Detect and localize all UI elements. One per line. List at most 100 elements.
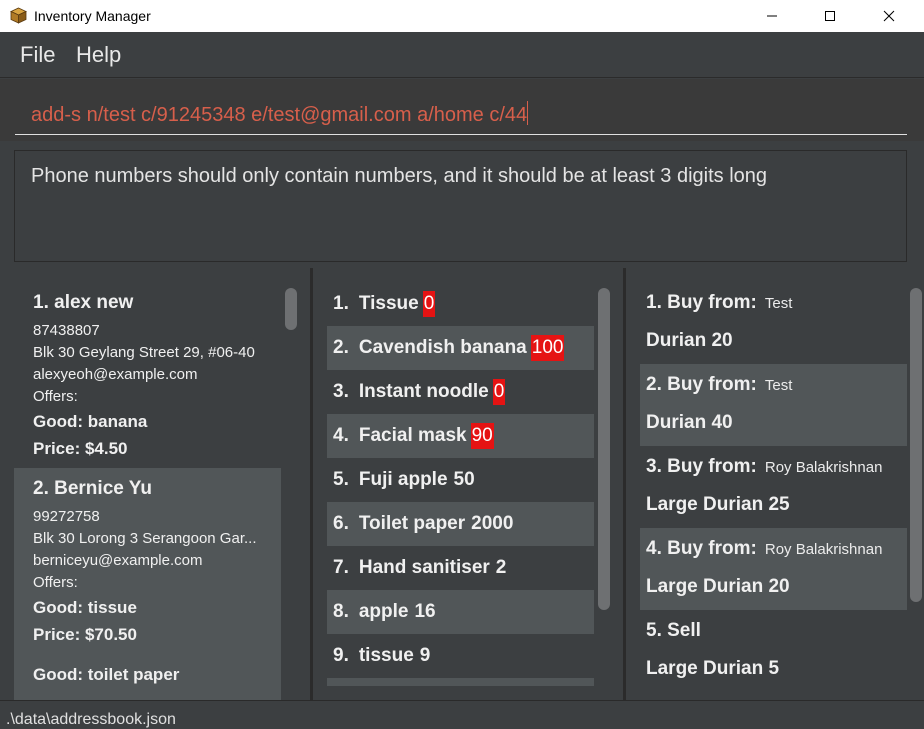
supplier-email: berniceyu@example.com — [33, 552, 203, 569]
transaction-good: Large Durian 25 — [646, 494, 790, 515]
goods-row[interactable]: 8. apple 16 — [327, 590, 594, 634]
goods-panel: 1. Tissue 0 2. Cavendish banana 100 3. Instant … — [313, 268, 623, 700]
menu-file[interactable]: File — [20, 42, 55, 68]
command-text: add-s n/test c/91245348 e/test@gmail.com… — [31, 104, 528, 126]
goods-quantity: 9 — [419, 645, 431, 666]
box-icon — [10, 7, 27, 24]
goods-quantity-alert: 100 — [530, 335, 565, 361]
supplier-name: 1. alex new — [33, 292, 134, 313]
status-bar: .\data\addressbook.json — [0, 700, 924, 729]
transaction-list[interactable]: 1. Buy from: Test Durian 20 2. Buy from: Tes… — [640, 282, 907, 700]
title-bar: Inventory Manager — [0, 0, 924, 32]
transaction-header: 5. Sell — [646, 620, 701, 642]
goods-index: 1. — [333, 293, 349, 314]
close-icon — [883, 10, 895, 22]
result-display: Phone numbers should only contain number… — [14, 150, 907, 262]
goods-quantity-alert: 0 — [492, 379, 506, 405]
transaction-card[interactable]: 3. Buy from: Roy Balakrishnan Large Durian… — [640, 446, 907, 528]
minimize-button[interactable] — [749, 0, 795, 32]
supplier-panel: 1. alex new 87438807 Blk 30 Geylang Stre… — [0, 268, 310, 700]
supplier-offers-label: Offers: — [33, 388, 78, 405]
close-button[interactable] — [866, 0, 912, 32]
supplier-offer-good: Good: banana — [33, 412, 148, 431]
menu-help[interactable]: Help — [76, 42, 121, 68]
supplier-address: Blk 30 Lorong 3 Serangoon Gar... — [33, 530, 257, 547]
goods-index: 9. — [333, 645, 349, 666]
supplier-scrollbar[interactable] — [285, 288, 297, 688]
goods-index: 6. — [333, 513, 349, 534]
supplier-offer-price: Price: $4.50 — [33, 439, 128, 458]
supplier-offers-label: Offers: — [33, 574, 78, 591]
goods-row[interactable]: 6. Toilet paper 2000 — [327, 502, 594, 546]
supplier-phone: 99272758 — [33, 508, 100, 525]
supplier-offer-good: Good: tissue — [33, 598, 137, 617]
goods-index: 2. — [333, 337, 349, 358]
goods-list[interactable]: 1. Tissue 0 2. Cavendish banana 100 3. Instant … — [327, 282, 594, 686]
supplier-card[interactable]: 1. alex new 87438807 Blk 30 Geylang Stre… — [14, 282, 281, 468]
transaction-supplier: Roy Balakrishnan — [764, 541, 883, 558]
goods-name: apple — [358, 601, 409, 622]
goods-row[interactable]: 5. Fuji apple 50 — [327, 458, 594, 502]
scrollbar-thumb[interactable] — [285, 288, 297, 330]
goods-row[interactable]: 7. Hand sanitiser 2 — [327, 546, 594, 590]
goods-row[interactable] — [327, 678, 594, 686]
goods-index: 3. — [333, 381, 349, 402]
scrollbar-thumb[interactable] — [598, 288, 610, 610]
supplier-phone: 87438807 — [33, 322, 100, 339]
supplier-list[interactable]: 1. alex new 87438807 Blk 30 Geylang Stre… — [14, 282, 281, 700]
goods-index: 5. — [333, 469, 349, 490]
transaction-card[interactable]: 5. Sell Large Durian 5 — [640, 610, 907, 692]
supplier-name: 2. Bernice Yu — [33, 478, 152, 499]
supplier-offer-spacer — [33, 648, 281, 661]
transaction-header: 3. Buy from: Roy Balakrishnan — [646, 456, 882, 478]
supplier-email: alexyeoh@example.com — [33, 366, 198, 383]
goods-quantity: 16 — [414, 601, 436, 622]
goods-scrollbar[interactable] — [598, 288, 610, 610]
transaction-header: 2. Buy from: Test — [646, 374, 792, 396]
goods-name: Cavendish banana — [358, 337, 527, 358]
transaction-supplier: Test — [764, 377, 793, 394]
goods-quantity: 2000 — [471, 513, 514, 534]
transaction-type: 2. Buy from: — [646, 374, 757, 395]
goods-row[interactable]: 4. Facial mask 90 — [327, 414, 594, 458]
menu-bar: File Help — [0, 32, 924, 78]
transaction-type: 5. Sell — [646, 620, 701, 641]
transaction-header: 4. Buy from: Roy Balakrishnan — [646, 538, 882, 560]
goods-index: 4. — [333, 425, 349, 446]
goods-index: 7. — [333, 557, 349, 578]
result-message: Phone numbers should only contain number… — [31, 165, 768, 187]
window-title: Inventory Manager — [34, 8, 151, 24]
maximize-icon — [825, 11, 835, 21]
goods-name: Fuji apple — [358, 469, 448, 490]
transaction-good: Large Durian 5 — [646, 658, 780, 679]
transaction-type: 4. Buy from: — [646, 538, 757, 559]
goods-row[interactable]: 2. Cavendish banana 100 — [327, 326, 594, 370]
transaction-scrollbar[interactable] — [910, 288, 922, 602]
transaction-header: 1. Buy from: Test — [646, 292, 792, 314]
goods-row[interactable]: 3. Instant noodle 0 — [327, 370, 594, 414]
command-box: add-s n/test c/91245348 e/test@gmail.com… — [0, 79, 924, 141]
goods-name: Hand sanitiser — [358, 557, 490, 578]
scrollbar-thumb[interactable] — [910, 288, 922, 602]
goods-name: Facial mask — [358, 425, 467, 446]
minimize-icon — [767, 15, 777, 17]
transaction-good: Durian 20 — [646, 330, 733, 351]
supplier-offer-price: Price: $70.50 — [33, 625, 137, 644]
goods-row[interactable]: 9. tissue 9 — [327, 634, 594, 678]
transaction-supplier: Roy Balakrishnan — [764, 459, 883, 476]
transaction-card[interactable]: 2. Buy from: Test Durian 40 — [640, 364, 907, 446]
transaction-good: Durian 40 — [646, 412, 733, 433]
maximize-button[interactable] — [807, 0, 853, 32]
command-input[interactable]: add-s n/test c/91245348 e/test@gmail.com… — [15, 93, 907, 135]
goods-name: Toilet paper — [358, 513, 466, 534]
text-caret — [527, 101, 529, 125]
goods-row[interactable]: 1. Tissue 0 — [327, 282, 594, 326]
transaction-card[interactable]: 1. Buy from: Test Durian 20 — [640, 282, 907, 364]
transaction-good: Large Durian 20 — [646, 576, 790, 597]
transaction-card[interactable]: 4. Buy from: Roy Balakrishnan Large Durian… — [640, 528, 907, 610]
supplier-card[interactable]: 2. Bernice Yu 99272758 Blk 30 Lorong 3 S… — [14, 468, 281, 700]
goods-quantity-alert: 90 — [470, 423, 494, 449]
transaction-type: 3. Buy from: — [646, 456, 757, 477]
goods-name: tissue — [358, 645, 414, 666]
goods-index: 8. — [333, 601, 349, 622]
